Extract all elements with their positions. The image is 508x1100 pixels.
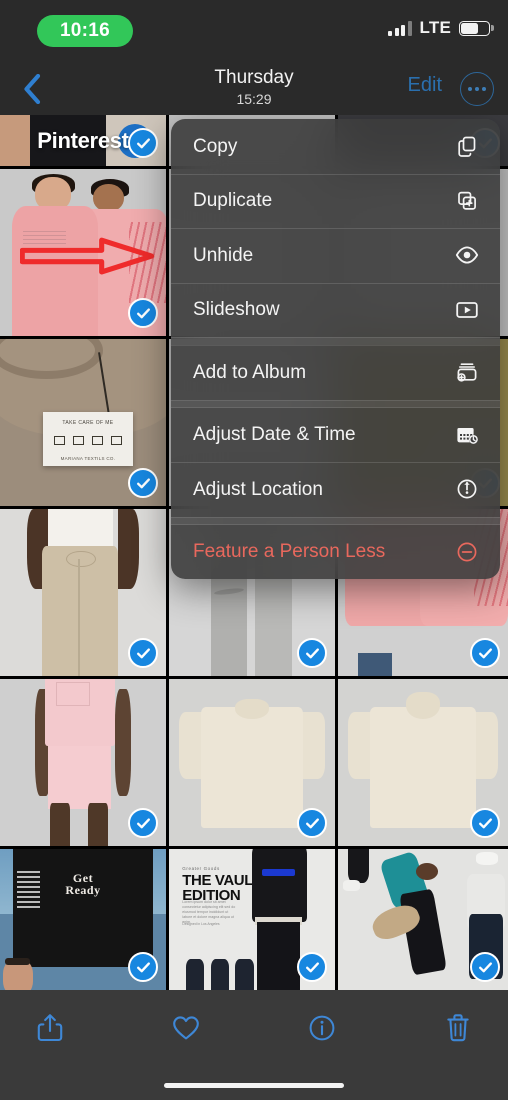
checkmark-circle-icon[interactable] xyxy=(297,638,327,668)
location-circle-icon xyxy=(454,476,480,502)
copy-icon xyxy=(454,133,480,159)
recording-time: 10:16 xyxy=(59,20,111,41)
photo-cell[interactable] xyxy=(338,849,508,990)
photo-cell[interactable] xyxy=(0,509,166,676)
status-bar: 10:16 LTE xyxy=(0,0,508,62)
home-indicator xyxy=(164,1083,344,1088)
play-rectangle-icon xyxy=(454,297,480,323)
menu-item-label: Add to Album xyxy=(193,361,307,383)
info-button[interactable] xyxy=(298,1004,346,1052)
navigation-bar: Thursday 15:29 Edit xyxy=(0,62,508,115)
photo-cell[interactable] xyxy=(0,679,166,846)
menu-item-add-to-album[interactable]: Add to Album xyxy=(171,345,500,400)
toolbar-actions xyxy=(0,1004,508,1052)
checkmark-circle-icon[interactable] xyxy=(128,638,158,668)
delete-button[interactable] xyxy=(434,1004,482,1052)
menu-item-adjust-date-time[interactable]: Adjust Date & Time xyxy=(171,408,500,463)
checkmark-circle-icon[interactable] xyxy=(297,952,327,982)
network-type-label: LTE xyxy=(419,18,451,37)
checkmark-circle-icon[interactable] xyxy=(128,808,158,838)
menu-item-label: Feature a Person Less xyxy=(193,541,386,563)
more-options-button[interactable] xyxy=(460,72,494,106)
checkmark-circle-icon[interactable] xyxy=(128,128,158,158)
checkmark-circle-icon[interactable] xyxy=(128,298,158,328)
checkmark-circle-icon[interactable] xyxy=(128,952,158,982)
share-icon xyxy=(36,1013,64,1043)
menu-item-feature-a-person-less[interactable]: Feature a Person Less xyxy=(171,525,500,580)
back-button[interactable] xyxy=(12,70,52,108)
trash-icon xyxy=(445,1013,471,1043)
cellular-signal-icon xyxy=(388,20,412,36)
favorite-button[interactable] xyxy=(162,1004,210,1052)
info-circle-icon xyxy=(308,1014,336,1042)
photo-cell[interactable] xyxy=(338,679,508,846)
context-menu[interactable]: Copy Duplicate Unhide Slideshow Add to A… xyxy=(171,119,500,579)
poster-signature: Designed in Los Angeles xyxy=(182,922,220,927)
checkmark-circle-icon[interactable] xyxy=(128,468,158,498)
poster-kicker: Greater Goods xyxy=(182,865,220,871)
menu-item-label: Adjust Location xyxy=(193,478,323,500)
menu-item-label: Duplicate xyxy=(193,190,273,212)
edit-button[interactable]: Edit xyxy=(408,74,442,97)
calendar-clock-icon xyxy=(454,422,480,448)
eye-icon xyxy=(454,242,480,268)
care-label-brand: MARIANA TEXTILS CO. xyxy=(60,455,116,461)
laundry-symbols-icon xyxy=(50,433,125,449)
poster-title: THE VAULT EDITION xyxy=(182,871,261,904)
red-arrow-annotation xyxy=(19,237,155,275)
bottom-toolbar xyxy=(0,990,508,1100)
checkmark-circle-icon[interactable] xyxy=(297,808,327,838)
checkmark-circle-icon[interactable] xyxy=(470,808,500,838)
checkmark-circle-icon[interactable] xyxy=(470,638,500,668)
battery-icon xyxy=(459,20,494,36)
checkmark-circle-icon[interactable] xyxy=(470,952,500,982)
menu-separator xyxy=(171,337,500,345)
photo-cell[interactable]: TAKE CARE OF ME MARIANA TEXTILS CO. xyxy=(0,339,166,506)
heart-icon xyxy=(171,1014,201,1042)
menu-item-label: Unhide xyxy=(193,244,254,266)
add-to-album-icon xyxy=(454,359,480,385)
poster-paragraph: Lorem ipsum dolor sit amet consectetur a… xyxy=(182,899,236,924)
menu-item-copy[interactable]: Copy xyxy=(171,119,500,174)
photo-cell[interactable] xyxy=(169,679,335,846)
minus-circle-icon xyxy=(454,539,480,565)
share-button[interactable] xyxy=(26,1004,74,1052)
menu-item-label: Adjust Date & Time xyxy=(193,424,356,446)
chevron-left-icon xyxy=(23,74,41,104)
menu-item-unhide[interactable]: Unhide xyxy=(171,228,500,283)
photo-cell[interactable]: Pinterest xyxy=(0,115,166,166)
photo-cell[interactable]: Get Ready xyxy=(0,849,166,990)
menu-item-label: Copy xyxy=(193,135,238,157)
ellipsis-circle-icon xyxy=(468,87,486,91)
photo-cell[interactable] xyxy=(0,169,166,336)
menu-item-slideshow[interactable]: Slideshow xyxy=(171,282,500,338)
photo-overlay-text: Get Ready xyxy=(65,870,101,897)
menu-item-adjust-location[interactable]: Adjust Location xyxy=(171,462,500,517)
status-bar-right: LTE xyxy=(388,18,494,38)
duplicate-icon xyxy=(454,188,480,214)
menu-separator xyxy=(171,516,500,525)
photos-app-screen: 10:16 LTE Thursday 15:29 Edit Pinterest … xyxy=(0,0,508,1100)
menu-item-duplicate[interactable]: Duplicate xyxy=(171,173,500,229)
menu-item-label: Slideshow xyxy=(193,299,280,321)
screen-recording-indicator: 10:16 xyxy=(37,15,133,47)
care-label-card: TAKE CARE OF ME MARIANA TEXTILS CO. xyxy=(43,412,133,466)
photo-cell[interactable]: Greater Goods THE VAULT EDITION Lorem ips… xyxy=(169,849,335,990)
care-label-heading: TAKE CARE OF ME xyxy=(62,419,114,426)
menu-separator xyxy=(171,399,500,408)
